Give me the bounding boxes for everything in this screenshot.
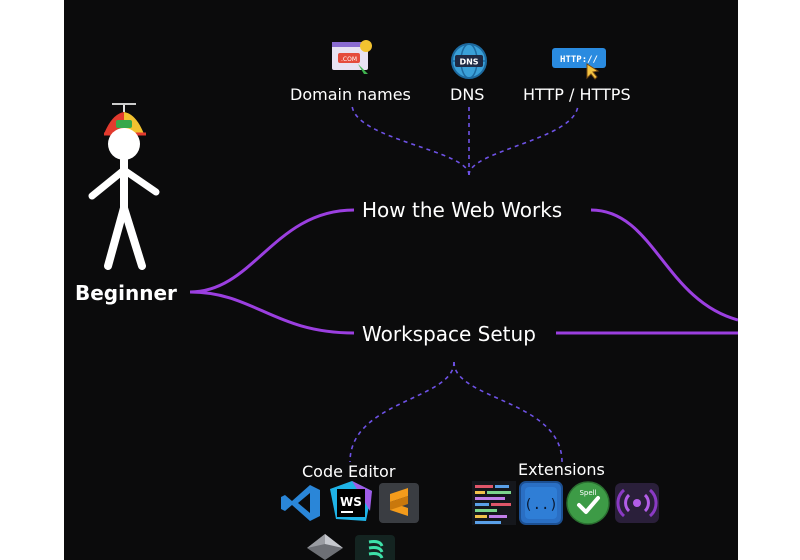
webstorm-icon-text: WS [340,495,362,509]
domain-icon: .COM [332,40,372,74]
bracket-pair-icon: (..) [519,481,563,525]
webstorm-icon: WS [330,481,372,521]
leaf-http-https: HTTP / HTTPS [523,85,631,104]
branch-line-workspace-setup [189,290,355,335]
sublime-text-icon [379,483,419,523]
dns-globe-icon: DNS [451,43,487,79]
branch-workspace-setup: Workspace Setup [362,322,536,346]
vscode-icon [281,485,320,521]
spell-icon-text: Spell [579,489,596,497]
svg-text:(..): (..) [524,497,558,513]
branch-line-how-web-works-continue [590,208,738,322]
dashed-line-extensions [453,361,563,463]
beginner-stick-figure-icon [88,103,160,270]
dashed-line-code-editor [349,361,455,463]
root-label-beginner: Beginner [75,281,177,305]
live-server-icon [615,483,659,523]
leaf-extensions: Extensions [518,460,605,479]
leaf-dns: DNS [450,85,485,104]
code-minimap-icon [472,481,516,525]
mindmap-canvas: Beginner How the Web Works Workspace Set… [64,0,738,560]
dns-icon-text: DNS [459,58,478,67]
spell-check-icon: Spell [566,481,610,525]
atom-icon [307,534,343,560]
http-icon-text: HTTP:// [560,55,598,65]
leaf-domain-names: Domain names [290,85,411,104]
dashed-line-domain [351,104,470,176]
branch-line-how-web-works [189,208,355,294]
domain-icon-text: .COM [341,56,357,63]
connector-lines [189,104,738,463]
branch-how-web-works: How the Web Works [362,198,563,222]
dashed-line-http [468,104,579,176]
brackets-icon [355,535,395,560]
leaf-code-editor: Code Editor [302,462,396,481]
http-icon: HTTP:// [552,48,606,80]
